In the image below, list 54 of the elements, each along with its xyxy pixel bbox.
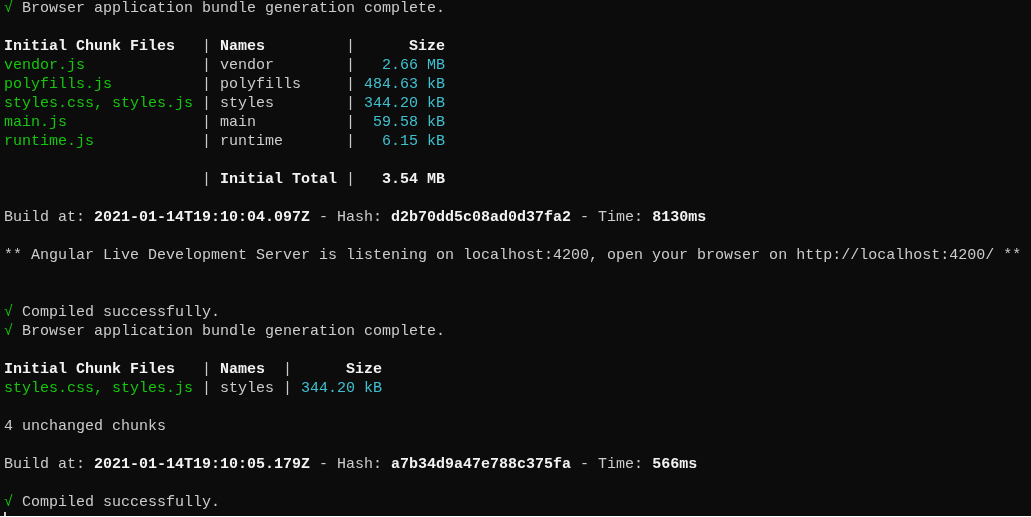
terminal-text: ** Angular Live Development Server is listening on localhost:4200, open your browser on http://localhost:4200/ ** — [4, 246, 1022, 265]
terminal-text: main.js — [4, 113, 68, 132]
terminal-text: | — [345, 37, 357, 56]
terminal-text: Build at: — [4, 455, 86, 474]
terminal-text: 2021-01-14T19:10:05.179Z — [94, 455, 311, 474]
terminal-text: | polyfills | — [202, 75, 357, 94]
terminal-text: a7b34d9a47e788c375fa — [391, 455, 572, 474]
terminal-text: Build at: — [4, 208, 86, 227]
terminal-text: Names — [220, 37, 267, 56]
terminal-text: 2.66 MB — [381, 56, 446, 75]
terminal-text: | — [345, 170, 357, 189]
terminal-text: styles.css, styles.js — [4, 379, 195, 398]
terminal-text: - Time: — [579, 208, 645, 227]
terminal-text: 8130ms — [652, 208, 707, 227]
terminal-text: - Hash: — [318, 455, 384, 474]
terminal-text: 59.58 kB — [372, 113, 446, 132]
terminal-text: Size — [345, 360, 383, 379]
terminal-text: Names — [220, 360, 267, 379]
terminal-text: - Hash: — [318, 208, 384, 227]
check-mark: √ — [4, 493, 13, 512]
terminal-text: vendor.js — [4, 56, 86, 75]
terminal-text: Browser application bundle generation complete. — [21, 322, 446, 341]
terminal-text: d2b70dd5c08ad0d37fa2 — [391, 208, 572, 227]
terminal-text: | — [202, 37, 213, 56]
terminal-text: Compiled successfully. — [21, 303, 221, 322]
terminal-text: 3.54 MB — [381, 170, 446, 189]
terminal-text: Initial Chunk Files — [4, 360, 177, 379]
terminal-text: 566ms — [652, 455, 698, 474]
terminal-text: Browser application bundle generation complete. — [21, 0, 446, 18]
terminal-text: | styles | — [202, 379, 294, 398]
terminal-text: 484.63 kB — [364, 75, 446, 94]
terminal-text: Initial Total — [220, 170, 338, 189]
terminal-text: - Time: — [579, 455, 645, 474]
terminal-text: | main | — [202, 113, 357, 132]
terminal-text: 2021-01-14T19:10:04.097Z — [94, 208, 311, 227]
check-mark: √ — [4, 0, 13, 18]
terminal-text: Size — [408, 37, 446, 56]
check-mark: √ — [4, 303, 13, 322]
terminal-text: 344.20 kB — [301, 379, 383, 398]
terminal-text: | — [202, 360, 213, 379]
terminal-text: polyfills.js — [4, 75, 114, 94]
terminal-text: Compiled successfully. — [21, 493, 221, 512]
terminal-text: 344.20 kB — [364, 94, 446, 113]
terminal-text: styles.css, styles.js — [4, 94, 195, 113]
terminal-text: 4 unchanged chunks — [4, 417, 167, 436]
terminal-text: | runtime | — [202, 132, 357, 151]
terminal-text: | styles | — [202, 94, 357, 113]
terminal-text: | — [201, 170, 213, 189]
terminal-text: runtime.js — [4, 132, 95, 151]
terminal-text: Initial Chunk Files — [4, 37, 177, 56]
terminal-text: | — [282, 360, 294, 379]
terminal-text: | vendor | — [202, 56, 357, 75]
check-mark: √ — [4, 322, 13, 341]
terminal-text: 6.15 kB — [381, 132, 446, 151]
